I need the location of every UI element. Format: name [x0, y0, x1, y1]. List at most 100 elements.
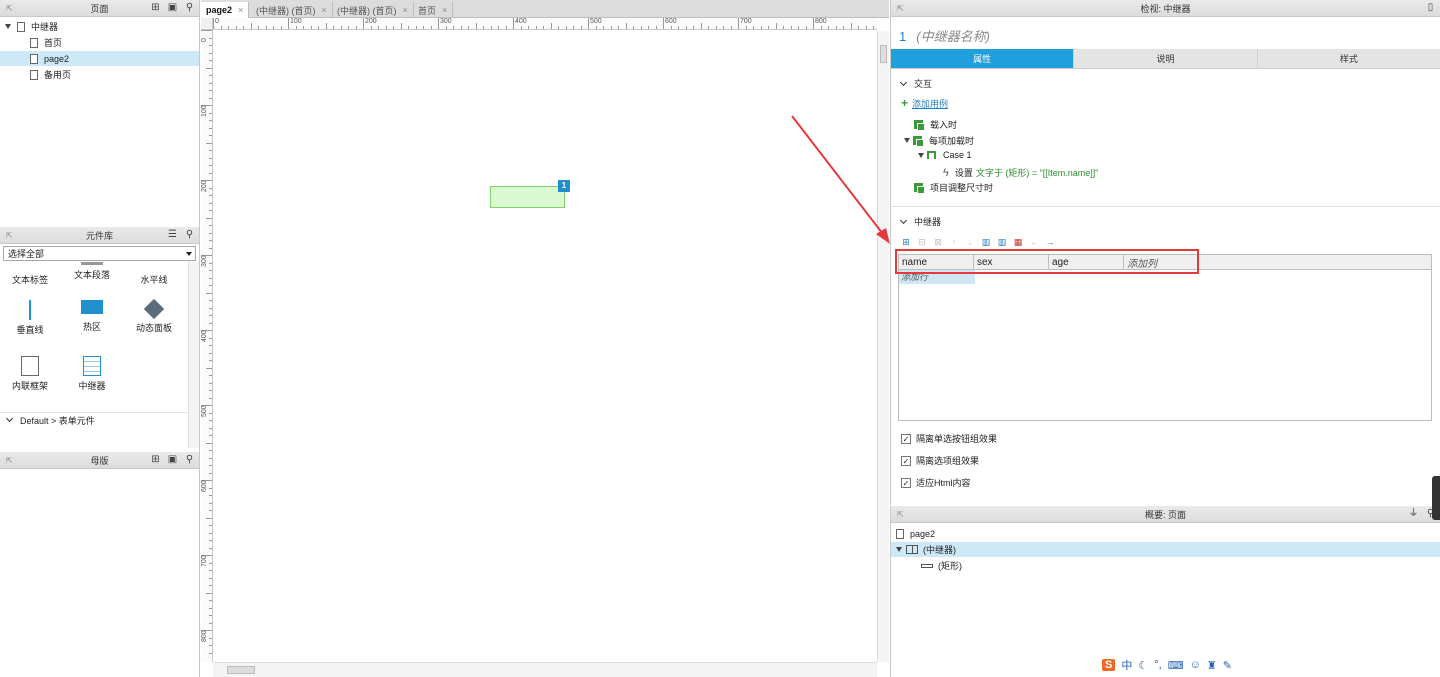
add-master-icon[interactable]: ⊞ — [150, 454, 161, 465]
ruler-tick — [400, 23, 402, 29]
add-column-left-icon[interactable]: ▥ — [981, 237, 991, 247]
delete-row-icon[interactable]: ⊟ — [917, 237, 927, 247]
sogou-icon[interactable]: S — [1102, 659, 1116, 671]
tab-notes[interactable]: 说明 — [1074, 49, 1258, 68]
library-filter-select[interactable]: 选择全部 — [3, 246, 196, 261]
menu-icon[interactable]: ☰ — [167, 229, 178, 240]
filter-icon[interactable]: ⏚ — [1408, 508, 1419, 519]
add-folder-icon[interactable]: ▣ — [167, 2, 178, 13]
scroll-thumb[interactable] — [880, 45, 887, 63]
tree-item-backup[interactable]: 备用页 — [0, 67, 199, 82]
ruler-tick — [243, 26, 244, 29]
add-page-icon[interactable]: ⊞ — [150, 2, 161, 13]
close-icon[interactable]: × — [403, 5, 408, 15]
move-up-icon[interactable]: ↑ — [949, 237, 959, 247]
checkbox-fit-html[interactable]: ✓ 适应Html内容 — [901, 476, 971, 489]
event-item-load[interactable]: 每项加载时 — [904, 134, 974, 147]
tree-item-home[interactable]: 首页 — [0, 35, 199, 50]
move-left-icon[interactable]: ← — [1029, 237, 1039, 247]
ruler-tick — [708, 26, 709, 29]
close-icon[interactable]: × — [442, 5, 447, 15]
event-on-load[interactable]: 载入时 — [914, 118, 957, 131]
dataset-grid[interactable]: 添加行 — [898, 270, 1432, 421]
ruler-tick — [209, 420, 212, 421]
move-down-icon[interactable]: ↓ — [965, 237, 975, 247]
tab-home[interactable]: 首页 × — [413, 2, 454, 18]
widget-name-field[interactable]: 1 (中继器名称) — [899, 26, 990, 45]
widget-text-label[interactable]: 文本标签 — [0, 270, 60, 286]
ruler-tick — [235, 26, 237, 29]
action-set-text[interactable]: ϟ 设置 文字于 (矩形) = "[[Item.name]]" — [943, 166, 1099, 179]
repeater-section[interactable]: 中继器 — [899, 215, 941, 228]
add-column-right-icon[interactable]: ▥ — [997, 237, 1007, 247]
ime-mode[interactable]: 中 — [1121, 657, 1132, 673]
delete-column-icon[interactable]: ▦ — [1013, 237, 1023, 247]
search-icon[interactable]: ⚲ — [184, 2, 195, 13]
outline-item-page[interactable]: page2 — [891, 526, 1440, 541]
search-icon[interactable]: ⚲ — [184, 454, 195, 465]
tab-page2[interactable]: page2 × — [201, 2, 250, 18]
inspector-header: ⇱ 检视: 中继器 ▯ — [891, 0, 1440, 17]
tab-style[interactable]: 样式 — [1258, 49, 1440, 68]
moon-icon[interactable]: ☾ — [1138, 659, 1148, 672]
tree-item-root[interactable]: 中继器 — [0, 19, 199, 34]
event-item-resize[interactable]: 项目调整尺寸时 — [914, 181, 993, 194]
design-canvas[interactable]: 1 — [213, 31, 877, 662]
ruler-tick — [209, 435, 212, 436]
move-right-icon[interactable]: → — [1045, 237, 1055, 247]
page-icon[interactable]: ▯ — [1425, 2, 1436, 13]
ruler-tick — [209, 45, 212, 46]
widget-inline-frame[interactable]: 内联框架 — [0, 356, 60, 392]
widget-horizontal-line[interactable]: 水平线 — [124, 270, 184, 286]
library-group[interactable]: Default > 表单元件 — [0, 412, 199, 427]
tab-repeater-home-2[interactable]: (中继器) (首页) × — [332, 2, 414, 18]
wrench-icon[interactable]: ✎ — [1223, 659, 1232, 672]
expand-icon[interactable] — [904, 138, 910, 143]
ruler-tick — [209, 52, 212, 54]
scroll-thumb[interactable] — [227, 666, 255, 674]
repeater-rectangle[interactable] — [490, 186, 565, 208]
tab-properties[interactable]: 属性 — [891, 49, 1075, 68]
expand-icon[interactable] — [918, 152, 924, 158]
keyboard-icon[interactable]: ⌨ — [1168, 659, 1184, 672]
checkbox-checked-icon: ✓ — [901, 433, 911, 444]
ruler-tick — [415, 26, 417, 29]
user-icon[interactable]: ☺ — [1190, 659, 1201, 671]
widget-text-paragraph[interactable]: 文本段落 — [62, 262, 122, 281]
side-handle[interactable] — [1432, 476, 1440, 520]
annotation-arrow — [791, 115, 890, 244]
ruler-tick — [475, 23, 477, 29]
ruler-tick — [423, 26, 424, 29]
case-1[interactable]: Case 1 — [918, 150, 972, 160]
expand-icon[interactable] — [5, 24, 11, 29]
close-icon[interactable]: × — [238, 5, 243, 15]
add-folder-icon[interactable]: ▣ — [167, 454, 178, 465]
tree-item-page2[interactable]: page2 — [0, 51, 199, 66]
close-icon[interactable]: × — [322, 5, 327, 15]
inspector-header-title: 检视: 中继器 — [1140, 3, 1191, 14]
widget-vertical-line[interactable]: 垂直线 — [0, 300, 60, 336]
ruler-tick — [209, 300, 212, 301]
punctuation-icon[interactable]: °, — [1154, 659, 1161, 671]
widget-repeater[interactable]: 中继器 — [62, 356, 122, 392]
checkbox-isolate-radio[interactable]: ✓ 隔离单选按钮组效果 — [901, 432, 997, 445]
tab-repeater-home-1[interactable]: (中继器) (首页) × — [251, 2, 333, 18]
checkbox-isolate-option[interactable]: ✓ 隔离选项组效果 — [901, 454, 979, 467]
widget-hotspot[interactable]: 热区 — [62, 300, 122, 333]
outline-item-rectangle[interactable]: (矩形) — [891, 558, 1440, 573]
insert-row-icon[interactable]: ⊞ — [901, 237, 911, 247]
widget-dynamic-panel[interactable]: 动态面板 — [124, 298, 184, 334]
event-label: 项目调整尺寸时 — [930, 183, 994, 193]
ruler-tick — [209, 570, 212, 571]
interaction-section[interactable]: 交互 — [899, 77, 932, 90]
expand-icon[interactable] — [896, 547, 902, 552]
add-case-link[interactable]: + 添加用例 — [901, 96, 948, 110]
canvas-horizontal-scrollbar[interactable] — [213, 662, 877, 677]
event-icon — [914, 183, 925, 194]
library-scrollbar[interactable] — [188, 262, 199, 448]
search-icon[interactable]: ⚲ — [184, 229, 195, 240]
ruler-tick — [209, 202, 212, 204]
delete-rows-icon[interactable]: ⊠ — [933, 237, 943, 247]
outline-item-repeater[interactable]: (中继器) — [891, 542, 1440, 557]
shirt-icon[interactable]: ♜ — [1207, 659, 1217, 672]
